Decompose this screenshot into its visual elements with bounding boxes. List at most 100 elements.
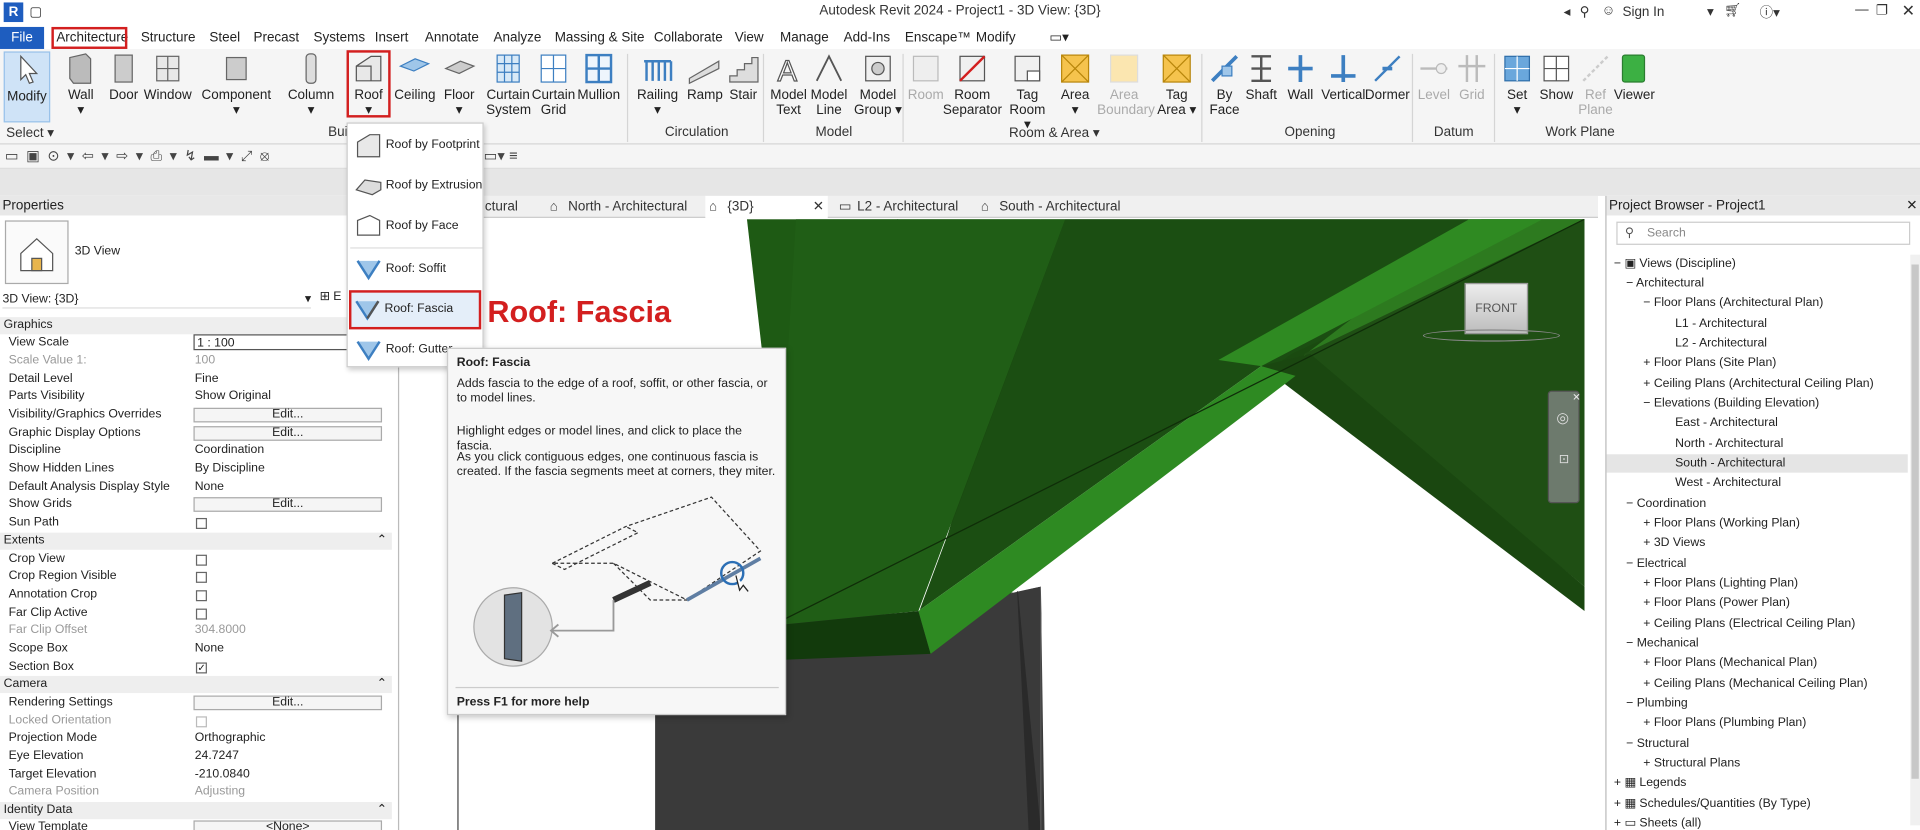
collapse-icon[interactable]: ⌃ xyxy=(377,676,387,693)
prop-detail-level[interactable]: Detail Level Fine xyxy=(0,371,387,389)
prop-eye-elevation[interactable]: Eye Elevation 24.7247 xyxy=(0,748,387,766)
viewer-button[interactable]: Viewer xyxy=(1614,51,1655,103)
roof-fascia-item[interactable]: Roof: Fascia xyxy=(348,290,482,330)
crop-region-checkbox[interactable] xyxy=(195,571,207,583)
stair-button[interactable]: Stair xyxy=(726,51,760,103)
component-button[interactable]: Component ▾ xyxy=(201,51,272,118)
ceiling-button[interactable]: Ceiling xyxy=(394,51,435,103)
tag-room-button[interactable]: Tag Room ▾ xyxy=(1008,51,1047,132)
viewcube-compass[interactable] xyxy=(1422,329,1561,342)
window-button[interactable]: Window xyxy=(143,51,192,103)
rendering-edit-button[interactable]: Edit... xyxy=(193,695,383,711)
tab-l2-architectural[interactable]: ▭ L2 - Architectural xyxy=(835,196,958,218)
zoom-icon[interactable]: ⊡ xyxy=(1559,453,1569,466)
restore-icon[interactable]: ❐ xyxy=(1876,2,1888,19)
prop-view-scale[interactable]: View Scale 1 : 100 xyxy=(0,334,387,352)
model-line-button[interactable]: Model Line xyxy=(809,51,848,118)
tree-node[interactable]: + ▦ Legends xyxy=(1614,775,1687,792)
select-panel-label[interactable]: Select ▾ xyxy=(6,125,54,141)
menu-analyze[interactable]: Analyze xyxy=(489,27,547,49)
prop-scope-box[interactable]: Scope Box None xyxy=(0,640,387,658)
tree-node[interactable]: − Structural xyxy=(1626,736,1689,753)
menu-annotate[interactable]: Annotate xyxy=(420,27,484,49)
model-text-button[interactable]: A Model Text xyxy=(769,51,808,117)
menu-add-ins[interactable]: Add-Ins xyxy=(839,27,895,49)
steering-wheel-icon[interactable]: ◎ xyxy=(1556,409,1569,426)
menu-manage[interactable]: Manage xyxy=(775,27,833,49)
tree-node[interactable]: L2 - Architectural xyxy=(1675,336,1767,353)
tab-close-icon[interactable]: ✕ xyxy=(813,196,824,218)
qat-more-icon[interactable]: ▭▾ ≡ xyxy=(484,147,518,164)
view-template-button[interactable]: <None> xyxy=(193,820,383,830)
area-button[interactable]: Area ▾ xyxy=(1057,51,1094,118)
tree-node[interactable]: L1 - Architectural xyxy=(1675,316,1767,333)
tree-node[interactable]: + Ceiling Plans (Electrical Ceiling Plan… xyxy=(1643,616,1855,633)
roof-by-footprint-item[interactable]: Roof by Footprint xyxy=(350,126,482,165)
user-icon[interactable]: ☺ xyxy=(1602,4,1616,19)
menu-massing-site[interactable]: Massing & Site xyxy=(550,27,650,49)
search-arrow-icon[interactable]: ◂ xyxy=(1564,4,1571,20)
tree-node[interactable]: + Floor Plans (Mechanical Plan) xyxy=(1643,655,1817,672)
section-extents[interactable]: Extents ⌃ xyxy=(0,532,392,550)
tree-node[interactable]: + Floor Plans (Site Plan) xyxy=(1643,355,1776,372)
binoculars-icon[interactable]: ⚲ xyxy=(1580,4,1590,20)
tree-node[interactable]: + Floor Plans (Plumbing Plan) xyxy=(1643,715,1806,732)
tree-node[interactable]: + Ceiling Plans (Mechanical Ceiling Plan… xyxy=(1643,676,1867,693)
minimize-icon[interactable]: — xyxy=(1855,2,1868,17)
graphic-display-edit-button[interactable]: Edit... xyxy=(193,426,383,441)
railing-button[interactable]: Railing ▾ xyxy=(634,51,681,118)
wall-button[interactable]: Wall ▾ xyxy=(64,51,98,118)
floor-button[interactable]: Floor ▾ xyxy=(442,51,476,118)
tree-node[interactable]: West - Architectural xyxy=(1675,475,1781,492)
dormer-button[interactable]: Dormer xyxy=(1364,51,1411,103)
menu-file[interactable]: File xyxy=(0,26,45,49)
sun-path-checkbox[interactable] xyxy=(195,517,207,529)
browser-scrollbar[interactable] xyxy=(1910,254,1920,826)
tree-node[interactable]: + ▭ Sheets (all) xyxy=(1614,816,1701,830)
ramp-button[interactable]: Ramp xyxy=(687,51,723,103)
menu-collaborate[interactable]: Collaborate xyxy=(649,27,728,49)
close-icon[interactable]: ✕ xyxy=(1902,1,1915,21)
menu-architecture[interactable]: Architecture xyxy=(51,26,128,49)
viewcube[interactable]: FRONT xyxy=(1464,282,1529,335)
tree-node[interactable]: − Plumbing xyxy=(1626,696,1688,713)
roof-by-extrusion-item[interactable]: Roof by Extrusion xyxy=(350,167,482,206)
tree-node[interactable]: + Ceiling Plans (Architectural Ceiling P… xyxy=(1643,376,1873,393)
collapse-icon[interactable]: ⌃ xyxy=(377,533,387,550)
annotation-crop-checkbox[interactable] xyxy=(195,590,207,602)
menu-steel[interactable]: Steel xyxy=(204,27,245,49)
menu-enscape[interactable]: Enscape™ xyxy=(900,27,976,49)
roof-soffit-item[interactable]: Roof: Soffit xyxy=(350,250,482,289)
section-box-checkbox[interactable]: ✓ xyxy=(195,662,207,674)
section-graphics[interactable]: Graphics xyxy=(0,317,392,335)
menu-precast[interactable]: Precast xyxy=(249,27,304,49)
prop-hidden-lines[interactable]: Show Hidden Lines By Discipline xyxy=(0,460,387,478)
tab-3d[interactable]: ⌂ {3D} ✕ xyxy=(705,195,828,218)
section-camera[interactable]: Camera ⌃ xyxy=(0,675,392,694)
prop-analysis-display[interactable]: Default Analysis Display Style None xyxy=(0,479,387,497)
browser-close-icon[interactable]: ✕ xyxy=(1906,196,1917,216)
tree-node[interactable]: − Mechanical xyxy=(1626,636,1699,653)
menu-insert[interactable]: Insert xyxy=(370,27,413,49)
room-area-panel-label[interactable]: Room & Area ▾ xyxy=(1009,125,1100,141)
prop-target-elevation[interactable]: Target Elevation -210.0840 xyxy=(0,767,387,785)
room-separator-button[interactable]: Room Separator xyxy=(943,51,1002,118)
collapse-icon[interactable]: ⌃ xyxy=(377,802,387,819)
roof-button[interactable]: Roof ▾ xyxy=(346,50,391,118)
tab-north-architectural[interactable]: ⌂ North - Architectural xyxy=(546,196,687,218)
menu-view[interactable]: View xyxy=(730,27,769,49)
menu-structure[interactable]: Structure xyxy=(136,27,200,49)
by-face-button[interactable]: By Face xyxy=(1206,51,1243,118)
section-identity-data[interactable]: Identity Data ⌃ xyxy=(0,802,392,820)
qat-icons[interactable]: ▭▣⊙▾⇦▾⇨▾⎙▾↯▬▾⤢⦻ xyxy=(5,147,277,165)
edit-type-button[interactable]: ⊞ E xyxy=(320,290,342,303)
browser-search-input[interactable]: ⚲ Search xyxy=(1616,221,1911,245)
wall-opening-button[interactable]: Wall xyxy=(1283,51,1317,103)
menu-systems[interactable]: Systems xyxy=(309,27,370,49)
vg-edit-button[interactable]: Edit... xyxy=(193,407,383,423)
menu-modify[interactable]: Modify xyxy=(971,27,1020,49)
show-grids-edit-button[interactable]: Edit... xyxy=(193,497,383,512)
tree-node[interactable]: East - Architectural xyxy=(1675,415,1778,432)
tree-node[interactable]: − Architectural xyxy=(1626,276,1704,293)
tree-node[interactable]: − Floor Plans (Architectural Plan) xyxy=(1643,295,1823,312)
